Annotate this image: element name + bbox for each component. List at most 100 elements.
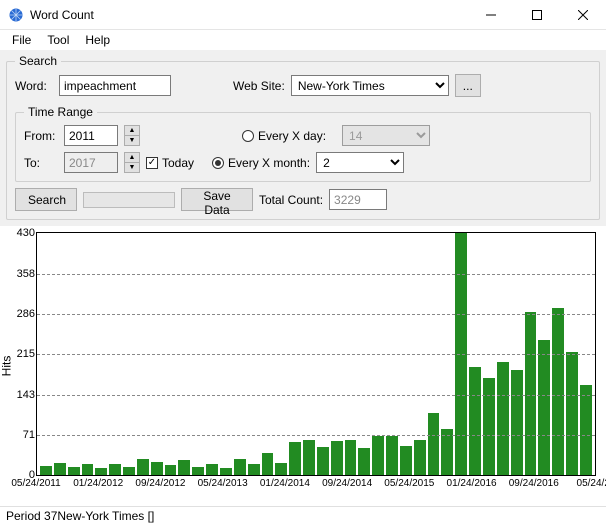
chart-x-tick: 05/24/2011 bbox=[11, 478, 60, 489]
chart-bar[interactable] bbox=[40, 466, 52, 475]
chart-bar[interactable] bbox=[483, 378, 495, 475]
save-data-button[interactable]: Save Data bbox=[181, 188, 253, 211]
chart-bar[interactable] bbox=[497, 362, 509, 475]
chart-bar[interactable] bbox=[469, 367, 481, 475]
to-spinner[interactable]: ▲ ▼ bbox=[124, 152, 140, 173]
chart-bar[interactable] bbox=[262, 453, 274, 476]
every-day-radio[interactable]: Every X day: bbox=[242, 129, 326, 143]
chart-plot[interactable]: 071143215286358430 bbox=[36, 232, 596, 476]
menu-help[interactable]: Help bbox=[77, 31, 118, 49]
chart-bar[interactable] bbox=[220, 468, 232, 475]
total-count-label: Total Count: bbox=[259, 193, 323, 207]
chart-x-tick: 09/24/2016 bbox=[509, 478, 559, 489]
chart-bar[interactable] bbox=[95, 468, 107, 475]
to-label: To: bbox=[24, 156, 58, 170]
every-month-select[interactable]: 2 bbox=[316, 152, 404, 173]
chart-x-tick: 05/24/2015 bbox=[384, 478, 434, 489]
chart-bar[interactable] bbox=[248, 464, 260, 475]
chart-bar[interactable] bbox=[317, 447, 329, 475]
menu-file[interactable]: File bbox=[4, 31, 39, 49]
chart-x-tick: 05/24/2013 bbox=[198, 478, 248, 489]
chart-bar[interactable] bbox=[165, 465, 177, 475]
every-month-radio[interactable]: Every X month: bbox=[212, 156, 310, 170]
chart-bar[interactable] bbox=[400, 446, 412, 475]
chart-bar[interactable] bbox=[68, 467, 80, 475]
chart-bar[interactable] bbox=[54, 463, 66, 475]
total-count-output bbox=[329, 189, 387, 210]
window-title: Word Count bbox=[30, 8, 94, 22]
chart-bar[interactable] bbox=[386, 436, 398, 475]
window-minimize-button[interactable] bbox=[468, 0, 514, 30]
chart-y-tick: 430 bbox=[17, 227, 37, 239]
chevron-up-icon[interactable]: ▲ bbox=[125, 126, 139, 136]
chevron-up-icon[interactable]: ▲ bbox=[125, 153, 139, 163]
chart-bar[interactable] bbox=[151, 462, 163, 476]
chart-x-tick: 09/24/2014 bbox=[322, 478, 372, 489]
chart-bar[interactable] bbox=[137, 459, 149, 475]
radio-on-icon bbox=[212, 157, 224, 169]
chart-bar[interactable] bbox=[275, 463, 287, 475]
chevron-down-icon[interactable]: ▼ bbox=[125, 136, 139, 145]
menu-tool[interactable]: Tool bbox=[39, 31, 77, 49]
chart-bar[interactable] bbox=[580, 385, 592, 475]
from-spinner[interactable]: ▲ ▼ bbox=[124, 125, 140, 146]
chart-bar[interactable] bbox=[109, 464, 121, 475]
every-day-select: 14 bbox=[342, 125, 430, 146]
to-input bbox=[64, 152, 118, 173]
chart-y-tick: 143 bbox=[17, 389, 37, 401]
app-icon bbox=[8, 7, 24, 23]
chart-area: Hits 071143215286358430 05/24/2011 01/24/… bbox=[0, 226, 606, 506]
chart-y-label: Hits bbox=[0, 356, 13, 377]
chart-y-tick: 215 bbox=[17, 348, 37, 360]
chart-x-tick: 09/24/2012 bbox=[135, 478, 185, 489]
chart-bar[interactable] bbox=[511, 370, 523, 475]
chart-bar[interactable] bbox=[552, 308, 564, 475]
search-legend: Search bbox=[15, 54, 61, 68]
word-input[interactable] bbox=[59, 75, 171, 96]
status-text: Period 37New-York Times [] bbox=[6, 509, 154, 523]
chart-bar[interactable] bbox=[206, 464, 218, 475]
website-more-button[interactable]: ... bbox=[455, 74, 481, 97]
from-label: From: bbox=[24, 129, 58, 143]
chart-bar[interactable] bbox=[428, 413, 440, 475]
chart-bar[interactable] bbox=[525, 312, 537, 475]
search-button[interactable]: Search bbox=[15, 188, 77, 211]
from-input[interactable] bbox=[64, 125, 118, 146]
menu-bar: File Tool Help bbox=[0, 30, 606, 50]
chart-bar[interactable] bbox=[358, 448, 370, 475]
chart-bar[interactable] bbox=[566, 352, 578, 475]
search-fieldset: Search Word: Web Site: New-York Times ..… bbox=[6, 54, 600, 220]
time-range-legend: Time Range bbox=[24, 105, 97, 119]
chart-bar[interactable] bbox=[331, 441, 343, 475]
word-label: Word: bbox=[15, 79, 53, 93]
checkbox-on-icon bbox=[146, 157, 158, 169]
progress-bar bbox=[83, 192, 175, 208]
chart-bar[interactable] bbox=[234, 459, 246, 475]
chart-x-tick: 01/24/2016 bbox=[447, 478, 497, 489]
chart-y-tick: 286 bbox=[17, 308, 37, 320]
chart-bar[interactable] bbox=[192, 467, 204, 475]
chevron-down-icon[interactable]: ▼ bbox=[125, 163, 139, 172]
chart-bar[interactable] bbox=[372, 436, 384, 475]
title-bar: Word Count bbox=[0, 0, 606, 30]
time-range-fieldset: Time Range From: ▲ ▼ Every X day: 14 bbox=[15, 105, 591, 182]
chart-bar[interactable] bbox=[123, 467, 135, 475]
chart-bar[interactable] bbox=[345, 440, 357, 475]
client-area: Search Word: Web Site: New-York Times ..… bbox=[0, 50, 606, 226]
chart-bar[interactable] bbox=[414, 440, 426, 475]
chart-x-tick: 01/24/2014 bbox=[260, 478, 310, 489]
website-label: Web Site: bbox=[233, 79, 285, 93]
chart-bar[interactable] bbox=[289, 442, 301, 475]
radio-off-icon bbox=[242, 130, 254, 142]
window-close-button[interactable] bbox=[560, 0, 606, 30]
status-bar: Period 37New-York Times [] bbox=[0, 506, 606, 524]
chart-bar[interactable] bbox=[303, 440, 315, 475]
chart-bar[interactable] bbox=[178, 460, 190, 475]
website-select[interactable]: New-York Times bbox=[291, 75, 449, 96]
chart-bar[interactable] bbox=[82, 464, 94, 475]
chart-y-tick: 358 bbox=[17, 268, 37, 280]
today-checkbox[interactable]: Today bbox=[146, 156, 194, 170]
window-maximize-button[interactable] bbox=[514, 0, 560, 30]
chart-y-tick: 71 bbox=[23, 429, 37, 441]
chart-bar[interactable] bbox=[538, 340, 550, 475]
